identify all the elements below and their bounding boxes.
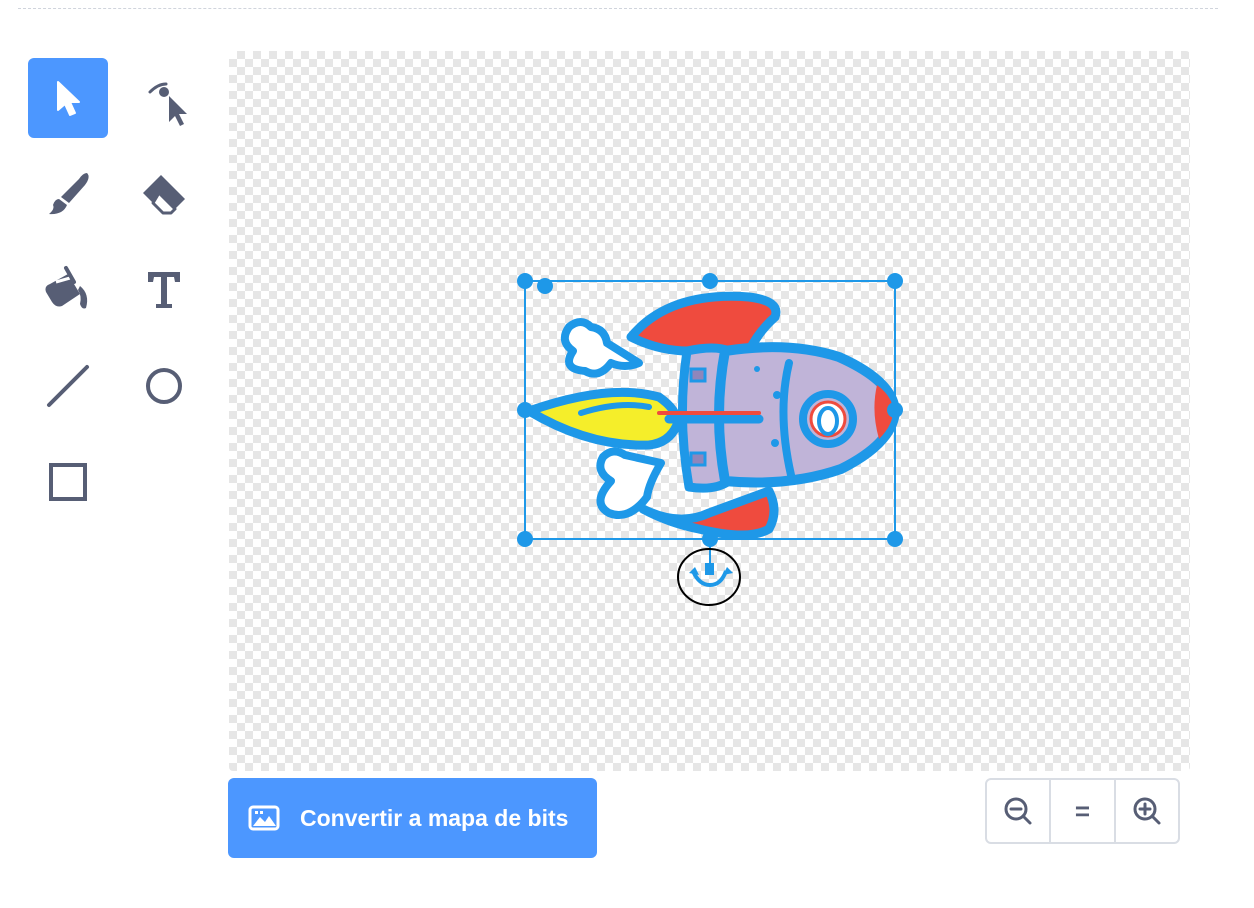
fill-bucket-icon <box>45 266 88 309</box>
circle-icon <box>146 368 182 404</box>
resize-handle-bottom-left <box>517 531 533 547</box>
resize-handle-right <box>887 402 903 418</box>
text-tool-button[interactable] <box>124 250 204 330</box>
canvas-artwork <box>517 273 903 606</box>
reshape-tool-button[interactable] <box>124 58 204 138</box>
paint-canvas[interactable] <box>229 51 1190 771</box>
zoom-in-button[interactable] <box>1113 780 1178 842</box>
zoom-controls: = <box>985 778 1180 844</box>
text-icon <box>148 272 180 308</box>
resize-handle-top-left <box>517 273 533 289</box>
rectangle-icon <box>49 463 87 501</box>
zoom-out-button[interactable] <box>987 780 1049 842</box>
line-icon <box>47 365 89 407</box>
rotate-handle[interactable] <box>677 539 741 606</box>
select-arrow-icon <box>57 81 80 116</box>
zoom-reset-label: = <box>1074 795 1091 826</box>
zoom-out-icon <box>1004 797 1032 825</box>
center-handle <box>537 278 553 294</box>
eraser-icon <box>143 175 185 215</box>
select-tool-button[interactable] <box>28 58 108 138</box>
resize-handle-top-right <box>887 273 903 289</box>
brush-icon <box>49 173 89 215</box>
line-tool-button[interactable] <box>28 346 108 426</box>
reshape-icon <box>148 82 187 126</box>
zoom-in-icon <box>1133 797 1161 825</box>
brush-tool-button[interactable] <box>28 154 108 234</box>
zoom-reset-button[interactable]: = <box>1049 780 1113 842</box>
eraser-tool-button[interactable] <box>124 154 204 234</box>
convert-to-bitmap-button[interactable]: Convertir a mapa de bits <box>228 778 597 858</box>
resize-handle-bottom-right <box>887 531 903 547</box>
rocket-sprite[interactable] <box>524 291 900 540</box>
fill-tool-button[interactable] <box>28 250 108 330</box>
bitmap-image-icon <box>248 802 280 834</box>
rectangle-tool-button[interactable] <box>28 442 108 522</box>
top-divider <box>18 8 1218 9</box>
resize-handle-top <box>702 273 718 289</box>
convert-button-label: Convertir a mapa de bits <box>300 804 569 831</box>
circle-tool-button[interactable] <box>124 346 204 426</box>
resize-handle-left <box>517 402 533 418</box>
